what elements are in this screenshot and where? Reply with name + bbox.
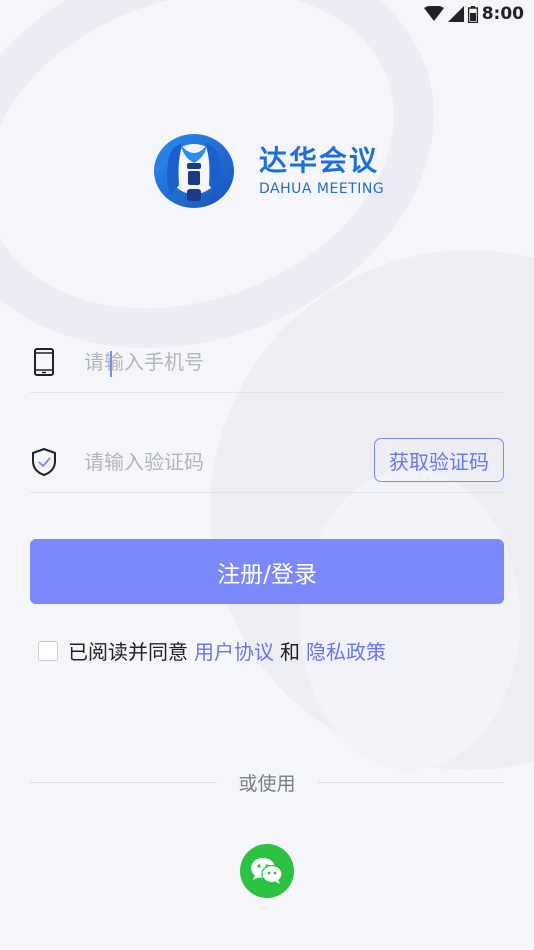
phone-icon <box>30 348 58 376</box>
app-logo: 达华会议 DAHUA MEETING <box>153 133 384 209</box>
register-login-button[interactable]: 注册/登录 <box>30 539 504 604</box>
phone-field <box>30 332 504 393</box>
agreement-checkbox[interactable] <box>38 640 58 661</box>
agreement-prefix: 已阅读并同意 <box>68 640 188 664</box>
agreement-row: 已阅读并同意 用户协议 和 隐私政策 <box>38 636 392 665</box>
wechat-login-button[interactable] <box>240 844 294 898</box>
signal-icon <box>447 6 464 22</box>
text-caret <box>110 351 112 377</box>
alt-login-text: 或使用 <box>238 772 296 795</box>
user-agreement-link[interactable]: 用户协议 <box>194 636 274 665</box>
code-field: 获取验证码 <box>30 432 504 493</box>
status-time: 8:00 <box>481 4 524 24</box>
privacy-policy-link[interactable]: 隐私政策 <box>306 636 386 665</box>
battery-icon <box>467 5 478 23</box>
app-name-cn: 达华会议 <box>259 144 380 177</box>
get-code-button[interactable]: 获取验证码 <box>374 438 504 482</box>
app-name-en: DAHUA MEETING <box>259 181 385 197</box>
shield-check-icon <box>30 448 58 476</box>
wifi-icon <box>423 6 444 22</box>
agreement-and: 和 <box>280 640 300 664</box>
dahua-logo-icon <box>154 134 234 208</box>
status-bar: 8:00 <box>0 0 534 28</box>
phone-input[interactable] <box>82 341 504 383</box>
alt-login-divider: 或使用 <box>30 770 505 795</box>
wechat-icon <box>251 858 283 884</box>
